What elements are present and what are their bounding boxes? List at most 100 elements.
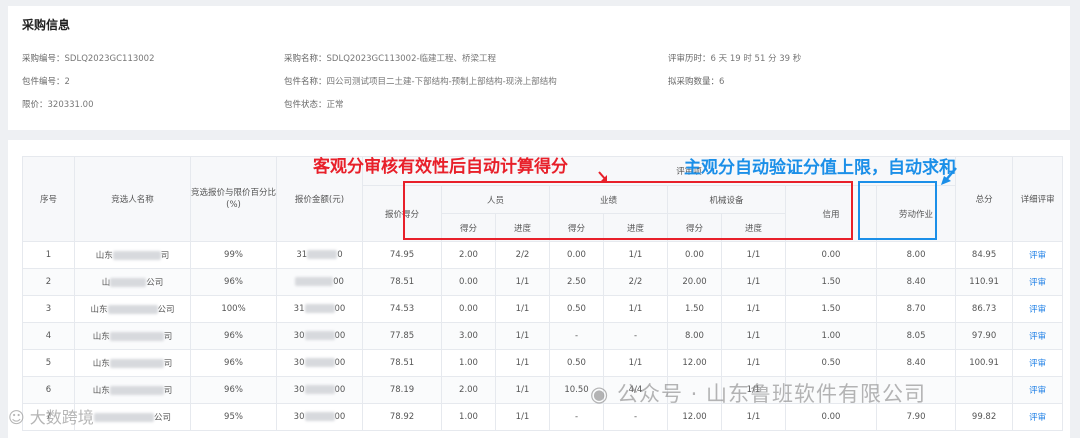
cell-credit: 1.50: [785, 268, 877, 296]
cell-detail: 评审: [1012, 322, 1064, 350]
cell-personnel-score: 0.00: [441, 268, 496, 296]
info-package-status: 包件状态：正常: [284, 100, 344, 110]
info-price-limit: 限价：320331.00: [22, 100, 94, 110]
info-package-name: 包件名称：四公司测试项目二土建-下部结构-预制上部结构-现浇上部结构: [284, 77, 557, 87]
cell-percent: 96%: [190, 349, 277, 377]
cell-seq: 6: [22, 376, 75, 404]
review-link[interactable]: 评审: [1029, 278, 1046, 288]
cell-machinery-score: 8.00: [667, 322, 722, 350]
watermark-brand: ☺ 大数跨境: [8, 408, 94, 427]
review-link[interactable]: 评审: [1029, 413, 1046, 423]
cell-performance-progress: 1/1: [603, 349, 668, 377]
cell-performance-progress: 1/1: [603, 295, 668, 323]
cell-machinery-score: 12.00: [667, 349, 722, 377]
review-link[interactable]: 评审: [1029, 332, 1046, 342]
cell-total: 110.91: [955, 268, 1014, 296]
cell-amount: 31 00: [276, 295, 363, 323]
cell-personnel-progress: 1/1: [495, 403, 550, 431]
review-link[interactable]: 评审: [1029, 305, 1046, 315]
header-seq: 序号: [22, 156, 75, 242]
cell-personnel-score: 0.00: [441, 295, 496, 323]
cell-amount: 30 00: [276, 322, 363, 350]
wechat-icon: ◉: [590, 382, 617, 406]
cell-price-score: 78.92: [362, 403, 442, 431]
cell-performance-progress: -: [603, 322, 668, 350]
cell-machinery-score: 1.50: [667, 295, 722, 323]
cell-detail: 评审: [1012, 241, 1064, 269]
cell-amount: 30 00: [276, 349, 363, 377]
cell-bidder-name: 山东司: [74, 322, 191, 350]
cell-personnel-progress: 1/1: [495, 268, 550, 296]
cell-detail: 评审: [1012, 403, 1064, 431]
info-planned-quantity: 拟采购数量：6: [668, 77, 725, 87]
cell-performance-progress: 1/1: [603, 241, 668, 269]
review-link[interactable]: 评审: [1029, 251, 1046, 261]
cell-personnel-progress: 1/1: [495, 349, 550, 377]
cell-labor: 8.00: [875, 241, 957, 269]
cell-performance-score: 0.50: [549, 295, 604, 323]
cell-machinery-progress: 1/1: [721, 241, 786, 269]
cell-labor: 8.40: [875, 349, 957, 377]
cell-performance-score: 2.50: [549, 268, 604, 296]
cell-seq: 1: [22, 241, 75, 269]
blue-arrow-icon: [941, 167, 957, 185]
cell-performance-score: -: [549, 322, 604, 350]
info-package-no: 包件编号：2: [22, 77, 70, 87]
cell-percent: 96%: [190, 268, 277, 296]
watermark-wechat: ◉ 公众号 · 山东鲁班软件有限公司: [590, 382, 927, 406]
table-row: 4 山东司 96% 30 00 77.85 3.00 1/1 - - 8.00 1…: [22, 322, 1064, 350]
purchase-info-card: 采购信息 采购编号：SDLQ2023GC113002 采购名称：SDLQ2023…: [8, 6, 1070, 130]
cell-personnel-score: 2.00: [441, 241, 496, 269]
header-detail: 详细评审: [1012, 156, 1064, 242]
review-link[interactable]: 评审: [1029, 386, 1046, 396]
cell-detail: 评审: [1012, 268, 1064, 296]
table-row: 2 山公司 96% 00 78.51 0.00 1/1 2.50 2/2 20.…: [22, 268, 1064, 296]
highlight-box-subjective: [858, 181, 937, 240]
cell-amount: 31 0: [276, 241, 363, 269]
cell-personnel-progress: 1/1: [495, 322, 550, 350]
info-review-duration: 评审历时：6 天 19 时 51 分 39 秒: [668, 54, 802, 64]
cell-total: 100.91: [955, 349, 1014, 377]
cell-personnel-progress: 1/1: [495, 295, 550, 323]
cell-labor: 8.40: [875, 268, 957, 296]
cell-performance-score: 0.50: [549, 349, 604, 377]
cell-personnel-progress: 2/2: [495, 241, 550, 269]
cell-price-score: 77.85: [362, 322, 442, 350]
cell-machinery-progress: 1/1: [721, 295, 786, 323]
cell-bidder-name: 山东司: [74, 376, 191, 404]
cell-credit: 1.50: [785, 295, 877, 323]
cell-machinery-progress: 1/1: [721, 322, 786, 350]
info-purchase-name: 采购名称：SDLQ2023GC113002-临建工程、桥梁工程: [284, 54, 497, 64]
red-arrow-icon: [598, 171, 607, 181]
table-row: 5 山东司 96% 30 00 78.51 1.00 1/1 0.50 1/1 1…: [22, 349, 1064, 377]
cell-seq: 4: [22, 322, 75, 350]
cell-seq: 2: [22, 268, 75, 296]
info-purchase-no: 采购编号：SDLQ2023GC113002: [22, 54, 155, 64]
annotation-subjective-score: 主观分自动验证分值上限，自动求和: [684, 158, 956, 178]
cell-total: 97.90: [955, 322, 1014, 350]
cell-percent: 96%: [190, 322, 277, 350]
cell-price-score: 74.53: [362, 295, 442, 323]
cell-bidder-name: 山公司: [74, 268, 191, 296]
header-total: 总分: [955, 156, 1014, 242]
cell-price-score: 78.51: [362, 349, 442, 377]
purchase-info-title: 采购信息: [22, 18, 71, 32]
cell-personnel-score: 2.00: [441, 376, 496, 404]
cell-seq: 5: [22, 349, 75, 377]
cell-machinery-progress: 1/1: [721, 268, 786, 296]
cell-detail: 评审: [1012, 376, 1064, 404]
cell-credit: 0.50: [785, 349, 877, 377]
cell-total: [955, 376, 1014, 404]
cell-machinery-score: 0.00: [667, 241, 722, 269]
cell-credit: 0.00: [785, 241, 877, 269]
cell-percent: 95%: [190, 403, 277, 431]
cell-percent: 96%: [190, 376, 277, 404]
table-row: 3 山东 公司 100% 31 00 74.53 0.00 1/1 0.50 1/1…: [22, 295, 1064, 323]
cell-price-score: 74.95: [362, 241, 442, 269]
cell-machinery-score: 20.00: [667, 268, 722, 296]
cell-personnel-score: 3.00: [441, 322, 496, 350]
cell-labor: 8.70: [875, 295, 957, 323]
cell-performance-progress: 2/2: [603, 268, 668, 296]
cell-price-score: 78.51: [362, 268, 442, 296]
review-link[interactable]: 评审: [1029, 359, 1046, 369]
